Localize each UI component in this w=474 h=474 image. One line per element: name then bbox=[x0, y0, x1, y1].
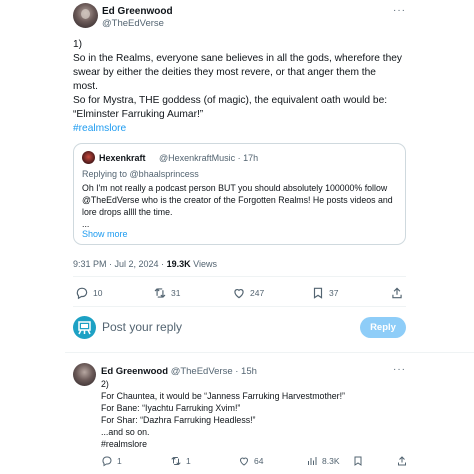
like-count: 247 bbox=[250, 288, 265, 298]
quoted-text-line: ... bbox=[82, 219, 90, 229]
timestamp[interactable]: 9:31 PM · Jul 2, 2024 · bbox=[73, 259, 164, 269]
repost-action[interactable]: 31 bbox=[153, 286, 180, 300]
reply-hashtag-link[interactable]: #realmslore bbox=[101, 438, 401, 450]
reply-text-line: For Chauntea, it would be “Janness Farru… bbox=[101, 391, 345, 401]
tweet-text-line: So in the Realms, everyone sane believes… bbox=[73, 53, 403, 64]
replying-to-label: Replying to @bhaalsprincess bbox=[82, 169, 199, 179]
reply-icon bbox=[101, 455, 113, 467]
bookmark-icon bbox=[352, 455, 364, 467]
tweet-text-line: So for Mystra, THE goddess (of magic), t… bbox=[73, 95, 388, 106]
quoted-author-meta: @HexenkraftMusic · 17h bbox=[159, 153, 259, 163]
reply-more-options-icon[interactable]: ··· bbox=[393, 364, 406, 375]
reply-author-avatar[interactable] bbox=[73, 363, 96, 386]
tweet-meta: 9:31 PM · Jul 2, 2024 · 19.3K Views bbox=[73, 259, 217, 269]
reply-text-line: 2) bbox=[101, 379, 109, 389]
tweet-text-line: swear by either the deities they most re… bbox=[73, 67, 376, 78]
replying-to-mention: @bhaalsprincess bbox=[129, 169, 199, 179]
replying-prefix: Replying to bbox=[82, 169, 128, 179]
views-chart-icon bbox=[306, 455, 318, 467]
share-action[interactable] bbox=[390, 286, 404, 300]
heart-icon bbox=[238, 455, 250, 467]
reply-text-line: For Bane: “Iyachtu Farruking Xvim!” bbox=[101, 403, 241, 413]
reply-text-line: ...and so on. bbox=[101, 427, 150, 437]
reply-input[interactable]: Post your reply bbox=[102, 320, 182, 334]
more-options-icon[interactable]: ··· bbox=[393, 5, 406, 16]
divider bbox=[73, 276, 406, 277]
heart-icon bbox=[232, 286, 246, 300]
reply-header: Ed Greenwood @TheEdVerse · 15h bbox=[101, 366, 257, 377]
reply-tweet-views-count: 8.3K bbox=[322, 456, 340, 466]
quoted-text-line: Oh I'm not really a podcast person BUT y… bbox=[82, 183, 388, 193]
reply-tweet-views-action[interactable]: 8.3K bbox=[306, 455, 340, 467]
bookmark-action[interactable]: 37 bbox=[311, 286, 338, 300]
repost-icon bbox=[153, 286, 167, 300]
reply-tweet-repost-count: 1 bbox=[186, 456, 191, 466]
reply-author-name[interactable]: Ed Greenwood bbox=[101, 366, 168, 377]
quoted-text-line: lore drops allll the time. bbox=[82, 207, 173, 217]
share-icon bbox=[396, 455, 408, 467]
views-count: 19.3K bbox=[166, 259, 191, 269]
bookmark-icon bbox=[311, 286, 325, 300]
author-handle[interactable]: @TheEdVerse bbox=[102, 18, 164, 29]
reply-count: 10 bbox=[93, 288, 103, 298]
repost-icon bbox=[170, 455, 182, 467]
quoted-text-line: @TheEdVerse who is the creator of the Fo… bbox=[82, 195, 393, 205]
current-user-avatar[interactable] bbox=[73, 316, 96, 339]
repost-count: 31 bbox=[171, 288, 181, 298]
tweet-text-line: “Elminster Farruking Aumar!” bbox=[73, 109, 204, 120]
views-label: Views bbox=[193, 259, 217, 269]
author-name[interactable]: Ed Greenwood bbox=[102, 6, 173, 17]
thread-divider bbox=[65, 352, 474, 353]
show-more-link[interactable]: Show more bbox=[82, 229, 128, 239]
reply-author-meta: @TheEdVerse · 15h bbox=[170, 366, 257, 377]
quoted-author-avatar bbox=[82, 151, 95, 164]
bookmark-count: 37 bbox=[329, 288, 339, 298]
author-avatar[interactable] bbox=[73, 3, 98, 28]
reply-action[interactable]: 10 bbox=[75, 286, 102, 300]
reply-tweet-like-action[interactable]: 64 bbox=[238, 455, 263, 467]
tweet-text-line: 1) bbox=[73, 39, 83, 50]
reply-button[interactable]: Reply bbox=[360, 317, 406, 338]
reply-tweet-bookmark-action[interactable] bbox=[352, 455, 364, 467]
reply-tweet-like-count: 64 bbox=[254, 456, 264, 466]
hashtag-link[interactable]: #realmslore bbox=[73, 122, 413, 136]
tweet-text-line: most. bbox=[73, 81, 98, 92]
quoted-tweet[interactable]: Hexenkraft @HexenkraftMusic · 17h Replyi… bbox=[73, 143, 406, 245]
reply-tweet-reply-count: 1 bbox=[117, 456, 122, 466]
reply-tweet-repost-action[interactable]: 1 bbox=[170, 455, 191, 467]
divider bbox=[73, 306, 406, 307]
share-icon bbox=[390, 286, 404, 300]
quoted-author-name: Hexenkraft bbox=[99, 153, 146, 163]
reply-tweet-reply-action[interactable]: 1 bbox=[101, 455, 122, 467]
reply-icon bbox=[75, 286, 89, 300]
like-action[interactable]: 247 bbox=[232, 286, 264, 300]
reply-text-line: For Shar: “Dazhra Farruking Headless!” bbox=[101, 415, 256, 425]
reply-tweet-share-action[interactable] bbox=[396, 455, 408, 467]
